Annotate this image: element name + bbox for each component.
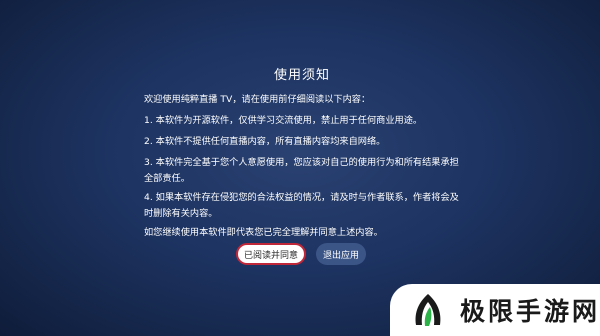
leaf-logo-icon	[415, 294, 441, 326]
notice-item-1: 1. 本软件为开源软件，仅供学习交流使用，禁止用于任何商业用途。	[144, 115, 423, 126]
agree-button[interactable]: 已阅读并同意	[236, 243, 306, 265]
intro-text: 欢迎使用纯粹直播 TV，请在使用前仔细阅读以下内容：	[144, 94, 371, 105]
notice-item-4: 4. 如果本软件存在侵犯您的合法权益的情况，请及时与作者联系，作者将会及时删除有…	[144, 192, 459, 219]
site-watermark: 极限手游网	[390, 284, 600, 336]
exit-button[interactable]: 退出应用	[316, 243, 366, 265]
dialog-title: 使用须知	[273, 68, 330, 83]
watermark-text: 极限手游网	[460, 297, 600, 326]
closing-text: 如您继续使用本软件即代表您已完全理解并同意上述内容。	[144, 227, 383, 238]
notice-item-3: 3. 本软件完全基于您个人意愿使用，您应该对自己的使用行为和所有结果承担全部责任…	[144, 157, 459, 184]
notice-dialog: 使用须知 欢迎使用纯粹直播 TV，请在使用前仔细阅读以下内容： 1. 本软件为开…	[144, 64, 460, 246]
dialog-buttons: 已阅读并同意 退出应用	[236, 243, 366, 265]
notice-item-2: 2. 本软件不提供任何直播内容，所有直播内容均来自网络。	[144, 136, 386, 147]
